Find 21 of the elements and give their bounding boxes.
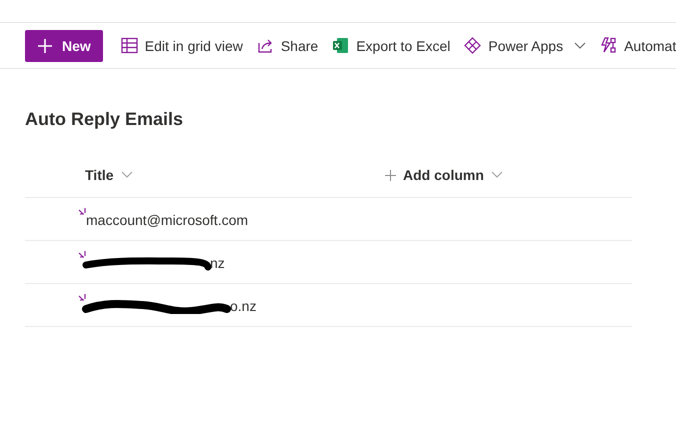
flow-icon — [600, 37, 618, 54]
list-title: Auto Reply Emails — [25, 109, 184, 131]
chevron-down-icon — [490, 171, 503, 179]
spreadsheet-icon — [332, 37, 350, 54]
share-command[interactable]: Share — [250, 30, 324, 62]
plus-icon — [385, 170, 396, 180]
email-text: maccount@microsoft.com — [86, 212, 248, 228]
add-column-button[interactable]: Add column — [385, 167, 503, 183]
column-header[interactable]: Title — [85, 167, 385, 183]
email-text: nz — [210, 255, 225, 271]
powerapps-command[interactable]: Power Apps — [458, 30, 592, 62]
plus-icon — [37, 38, 53, 54]
new-button[interactable]: New — [25, 30, 103, 62]
excel-command[interactable]: Export to Excel — [326, 30, 456, 62]
email-text: o.nz — [230, 298, 256, 314]
automate-command[interactable]: Automat — [594, 30, 676, 62]
diamond-icon — [464, 37, 482, 54]
chevron-down-icon — [120, 171, 133, 179]
share-icon — [256, 37, 274, 54]
grid-icon — [120, 37, 138, 54]
grid-command[interactable]: Edit in grid view — [114, 30, 249, 62]
